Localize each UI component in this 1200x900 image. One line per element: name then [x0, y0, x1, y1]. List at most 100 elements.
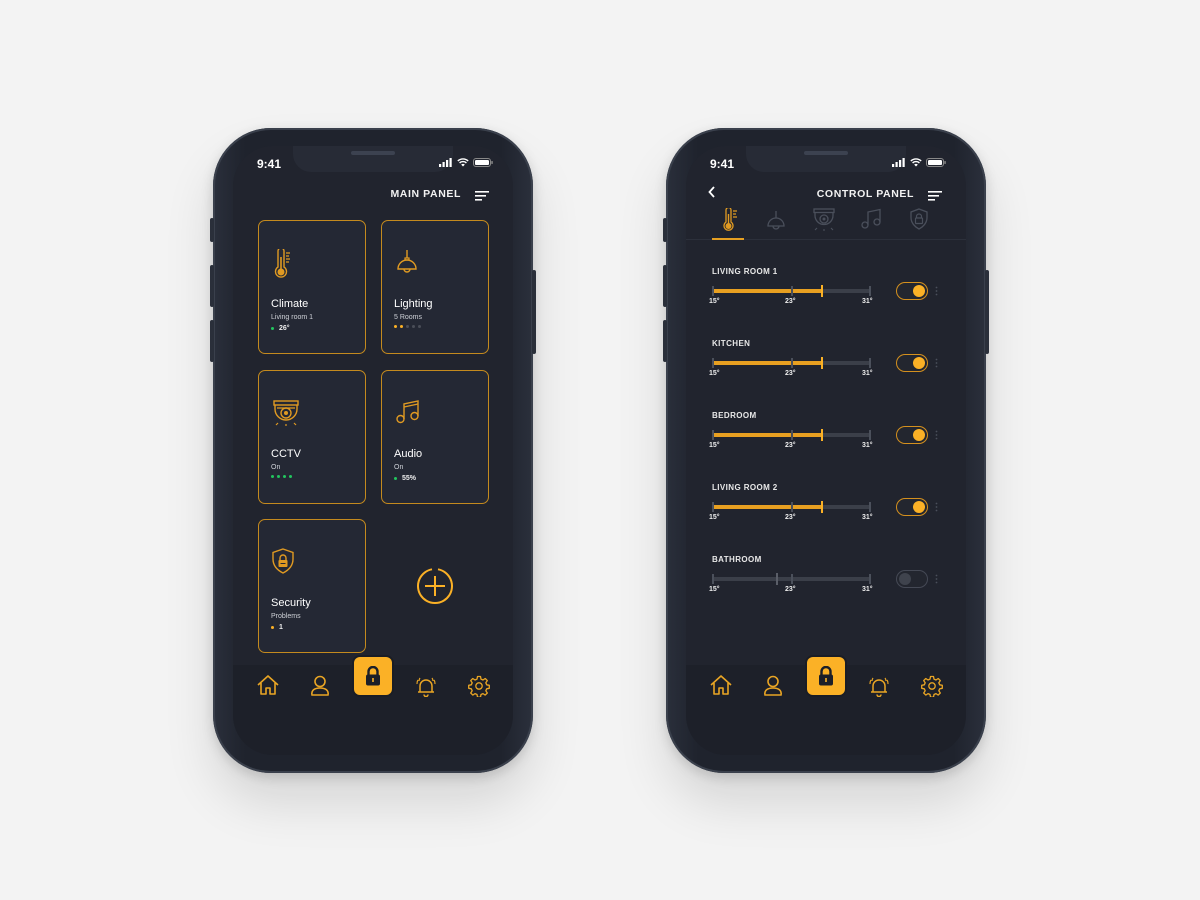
slider-tick [869, 358, 871, 368]
card-title: CCTV [271, 448, 301, 460]
room-toggle[interactable] [896, 498, 928, 516]
slider-handle[interactable] [821, 285, 823, 297]
room-row: KITCHEN 15° 23° 31° [709, 339, 952, 377]
page-title: MAIN PANEL [390, 188, 461, 200]
alarm-bell-icon[interactable] [415, 675, 437, 697]
gear-icon[interactable] [921, 675, 943, 697]
slider-tick [791, 502, 793, 512]
mid-label: 23° [785, 586, 796, 593]
level-dot-off [418, 325, 421, 328]
add-device-button[interactable] [416, 567, 454, 605]
room-toggle[interactable] [896, 282, 928, 300]
status-time: 9:41 [710, 157, 735, 171]
alarm-bell-icon[interactable] [868, 675, 890, 697]
lock-nav-button[interactable] [354, 657, 392, 695]
status-dot [394, 477, 397, 480]
temperature-slider[interactable] [712, 285, 871, 297]
level-dot-off [406, 325, 409, 328]
card-title: Climate [271, 298, 309, 310]
room-toggle[interactable] [896, 426, 928, 444]
temperature-slider[interactable] [712, 501, 871, 513]
status-dot [283, 475, 286, 478]
lock-icon [819, 666, 833, 686]
volume-down-button [210, 320, 214, 362]
slider-fill [712, 361, 821, 365]
card-audio[interactable]: Audio On 55% [381, 370, 489, 504]
min-label: 15° [709, 514, 720, 521]
volume-down-button [663, 320, 667, 362]
mid-label: 23° [785, 298, 796, 305]
temperature-slider[interactable] [712, 357, 871, 369]
menu-icon[interactable] [928, 191, 942, 201]
user-icon[interactable] [763, 675, 783, 696]
tab-security[interactable] [910, 208, 928, 230]
gear-icon[interactable] [468, 675, 490, 697]
status-dot [277, 475, 280, 478]
card-meta [394, 325, 421, 328]
status-dot [271, 475, 274, 478]
more-options-icon[interactable] [935, 430, 938, 440]
active-tab-indicator [712, 238, 744, 240]
more-options-icon[interactable] [935, 358, 938, 368]
slider-tick [791, 430, 793, 440]
slider-labels: 15° 23° 31° [709, 298, 878, 308]
card-title: Audio [394, 448, 423, 460]
lock-nav-button[interactable] [807, 657, 845, 695]
card-meta: 1 [271, 624, 283, 631]
speaker [804, 151, 848, 155]
level-dot-on [400, 325, 403, 328]
tab-climate[interactable] [723, 208, 739, 232]
user-icon[interactable] [310, 675, 330, 696]
slider-handle[interactable] [821, 429, 823, 441]
more-options-icon[interactable] [935, 502, 938, 512]
card-value: 1 [279, 624, 283, 631]
max-label: 31° [862, 298, 873, 305]
more-options-icon[interactable] [935, 286, 938, 296]
mid-label: 23° [785, 442, 796, 449]
max-label: 31° [862, 514, 873, 521]
home-icon[interactable] [710, 675, 732, 695]
screen: 9:41 CONTROL PANEL LIVING ROOM 1 15° 23°… [686, 146, 966, 755]
back-chevron-icon[interactable] [708, 186, 716, 198]
toggle-thumb [913, 285, 925, 297]
volume-up-button [663, 265, 667, 307]
room-toggle[interactable] [896, 570, 928, 588]
temperature-slider[interactable] [712, 573, 871, 585]
screen: 9:41 MAIN PANEL Climate Living room 1 26… [233, 146, 513, 755]
toggle-thumb [913, 429, 925, 441]
max-label: 31° [862, 586, 873, 593]
slider-labels: 15° 23° 31° [709, 586, 878, 596]
slider-handle[interactable] [821, 501, 823, 513]
slider-handle[interactable] [821, 357, 823, 369]
slider-handle[interactable] [776, 573, 778, 585]
card-title: Lighting [394, 298, 433, 310]
slider-tick [712, 430, 714, 440]
slider-tick [791, 574, 793, 584]
temperature-slider[interactable] [712, 429, 871, 441]
signal-icon [892, 158, 905, 167]
home-icon[interactable] [257, 675, 279, 695]
toggle-thumb [913, 357, 925, 369]
battery-icon [473, 158, 493, 167]
notch [746, 146, 906, 172]
cctv-camera-icon [273, 400, 299, 426]
tab-cctv[interactable] [812, 208, 836, 232]
card-cctv[interactable]: CCTV On [258, 370, 366, 504]
card-lighting[interactable]: Lighting 5 Rooms [381, 220, 489, 354]
room-name: BATHROOM [712, 555, 762, 564]
tab-lighting[interactable] [766, 210, 786, 232]
more-options-icon[interactable] [935, 574, 938, 584]
card-subtitle: Living room 1 [271, 314, 314, 321]
card-climate[interactable]: Climate Living room 1 26° [258, 220, 366, 354]
room-toggle[interactable] [896, 354, 928, 372]
volume-up-button [210, 265, 214, 307]
power-button [532, 270, 536, 354]
card-security[interactable]: Security Problems 1 [258, 519, 366, 653]
signal-icon [439, 158, 452, 167]
menu-icon[interactable] [475, 191, 489, 201]
tab-audio[interactable] [860, 208, 882, 230]
status-icons [892, 158, 946, 167]
card-title: Security [271, 597, 311, 609]
lock-icon [366, 666, 380, 686]
ceiling-lamp-icon [397, 250, 417, 273]
